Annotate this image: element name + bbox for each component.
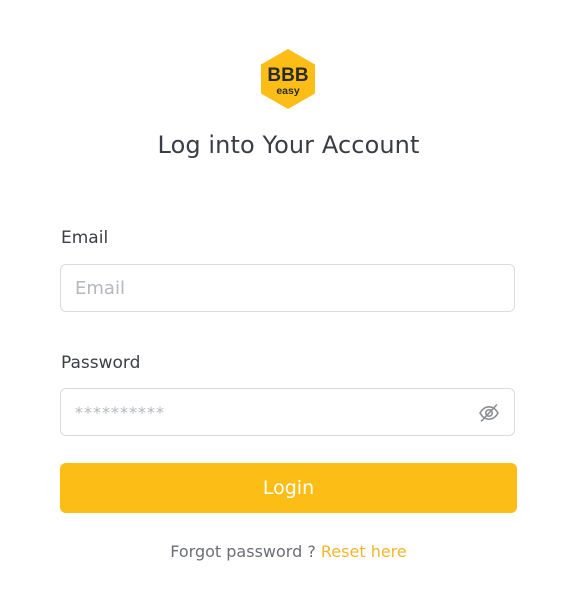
logo-text: BBB — [267, 65, 308, 86]
eye-slash-icon[interactable] — [478, 402, 500, 424]
login-button[interactable]: Login — [60, 463, 517, 513]
email-label: Email — [61, 228, 109, 248]
logo-subtext: easy — [276, 85, 300, 97]
email-field-wrapper — [60, 264, 515, 312]
forgot-password-row: Forgot password ? Reset here — [0, 542, 577, 561]
password-label: Password — [61, 353, 141, 373]
password-field-wrapper — [60, 388, 515, 436]
password-field[interactable] — [75, 389, 475, 435]
forgot-password-text: Forgot password ? — [170, 542, 316, 561]
page-title: Log into Your Account — [157, 131, 420, 159]
email-field[interactable] — [75, 265, 475, 311]
bbb-easy-logo: BBB easy — [259, 48, 317, 110]
login-page: BBB easy Log into Your Account Email Pas… — [0, 0, 577, 606]
reset-password-link[interactable]: Reset here — [321, 542, 407, 561]
